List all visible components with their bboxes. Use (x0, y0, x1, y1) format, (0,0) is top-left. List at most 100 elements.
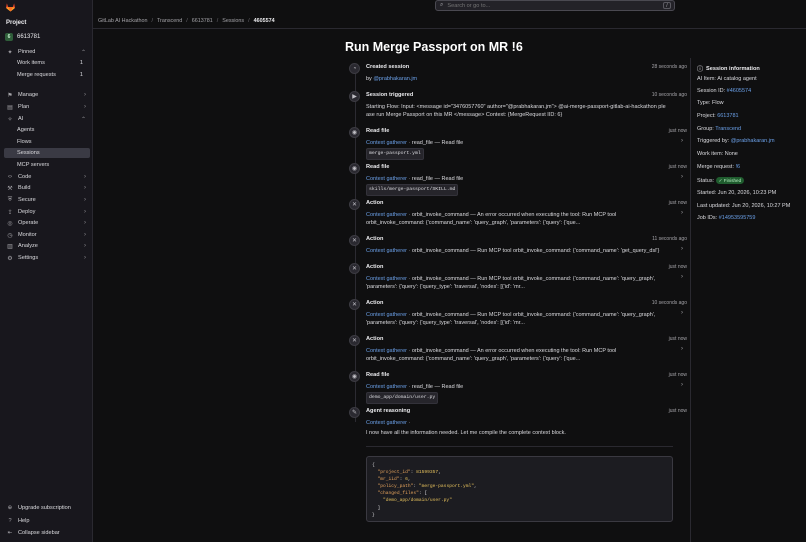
event-code-row: demo_app/domain/user.py (366, 392, 684, 404)
timeline-event[interactable]: ✕ Action just now Context gatherer · orb… (349, 335, 687, 365)
bottom-item-label: Collapse sidebar (18, 530, 60, 536)
sidebar-item-work-items[interactable]: Work items 1 (4, 58, 90, 68)
chevron-right-icon: › (84, 185, 86, 191)
info-value: Ai catalog agent (717, 76, 757, 82)
event-detail: Context gatherer · orbit_invoke_command … (366, 275, 684, 283)
project-link[interactable]: 6613781 (717, 113, 738, 119)
project-avatar: 6 (5, 33, 13, 41)
info-label: Project: (697, 113, 716, 119)
sidebar-item-ai[interactable]: ✧ AI ⌃ (4, 114, 90, 124)
agent-link[interactable]: Context gatherer (366, 276, 407, 282)
info-last-updated: Last updated: Jun 20, 2026, 10:27 PM (697, 203, 790, 209)
sidebar-item-settings[interactable]: ⚙ Settings › (4, 253, 90, 263)
collapse-sidebar-button[interactable]: ⇤ Collapse sidebar (4, 530, 60, 536)
chevron-right-icon[interactable]: › (681, 310, 683, 316)
breadcrumb-item[interactable]: GitLab AI Hackathon (98, 18, 147, 24)
event-time: 10 seconds ago (651, 92, 687, 98)
chevron-right-icon[interactable]: › (681, 346, 683, 352)
reasoning-icon: ✎ (349, 407, 360, 418)
event-detail: by @prabhakaran.jm (366, 75, 684, 83)
sidebar-item-plan[interactable]: ▤ Plan › (4, 102, 90, 112)
bottom-item-label: Upgrade subscription (18, 505, 71, 511)
sidebar-item-manage[interactable]: ⚑ Manage › (4, 90, 90, 100)
event-action: orbit_invoke_command — An error occurred… (411, 212, 617, 218)
breadcrumb-separator: / (186, 18, 188, 24)
header-divider (93, 28, 806, 29)
event-title: Action (366, 264, 384, 270)
chevron-right-icon[interactable]: › (681, 210, 683, 216)
event-detail: Context gatherer · read_file — Read file (366, 175, 684, 183)
timeline-event[interactable]: ◉ Read file just now Context gatherer · … (349, 371, 687, 404)
sidebar-item-operate[interactable]: ◎ Operate › (4, 218, 90, 228)
chevron-right-icon[interactable]: › (681, 382, 683, 388)
event-detail: Context gatherer · orbit_invoke_command … (366, 211, 684, 219)
sidebar-item-deploy[interactable]: ⇪ Deploy › (4, 207, 90, 217)
sidebar-item-label: Operate (18, 220, 39, 226)
timeline-event[interactable]: ◉ Read file just now Context gatherer · … (349, 163, 687, 196)
timeline-event[interactable]: ✕ Action just now Context gatherer · orb… (349, 199, 687, 229)
event-time: 11 seconds ago (652, 236, 687, 242)
agent-link[interactable]: Context gatherer (366, 212, 407, 218)
sidebar-item-analyze[interactable]: ▥ Analyze › (4, 241, 90, 251)
timeline-event[interactable]: ✕ Action 10 seconds ago Context gatherer… (349, 299, 687, 329)
group-link[interactable]: Transcend (715, 126, 741, 132)
chevron-right-icon[interactable]: › (681, 174, 683, 180)
event-separator: · (406, 420, 411, 426)
sidebar-item-sessions[interactable]: Sessions (4, 148, 90, 158)
help-button[interactable]: ? Help (4, 518, 29, 524)
job-link[interactable]: #14953595759 (719, 215, 756, 221)
sidebar-context-label: Project (6, 20, 27, 26)
timeline-event[interactable]: ◉ Read file just now Context gatherer · … (349, 127, 687, 160)
chevron-right-icon[interactable]: › (681, 138, 683, 144)
info-type: Type: Flow (697, 100, 724, 106)
status-badge: ✓ Finished (715, 177, 745, 184)
session-icon: ◔ (349, 63, 360, 74)
agent-link[interactable]: Context gatherer (366, 140, 407, 146)
agent-link[interactable]: Context gatherer (366, 176, 407, 182)
sidebar-item-merge-requests[interactable]: Merge requests 1 (4, 70, 90, 80)
info-label: Started: (697, 190, 717, 196)
sidebar-item-agents[interactable]: Agents (4, 125, 90, 135)
agent-link[interactable]: Context gatherer (366, 348, 407, 354)
breadcrumb-item[interactable]: Sessions (222, 18, 244, 24)
chevron-right-icon: › (84, 255, 86, 261)
chevron-right-icon[interactable]: › (681, 246, 683, 252)
sidebar-item-flows[interactable]: Flows (4, 137, 90, 147)
sidebar-item-code[interactable]: ‹› Code › (4, 172, 90, 182)
info-job-ids: Job IDs: #14953595759 (697, 215, 755, 221)
tool-icon: ✕ (349, 199, 360, 210)
context-code-block: { "project_id": 81599357, "mr_iid": 6, "… (366, 456, 673, 522)
gitlab-tanuki-icon[interactable] (5, 2, 16, 12)
session-info-title-text: Session information (706, 65, 760, 72)
timeline-event[interactable]: ✕ Action 11 seconds ago Context gatherer… (349, 235, 687, 257)
merge-request-link[interactable]: !6 (736, 164, 741, 170)
agent-link[interactable]: Context gatherer (366, 248, 407, 254)
search-box[interactable]: ⌕ / (435, 0, 675, 11)
sidebar-item-secure[interactable]: ⛨ Secure › (4, 195, 90, 205)
sidebar-item-monitor[interactable]: ◷ Monitor › (4, 230, 90, 240)
info-merge-request: Merge request: !6 (697, 164, 740, 170)
sidebar-item-pinned[interactable]: ✦ Pinned ⌃ (4, 47, 90, 57)
user-link[interactable]: @prabhakaran.jm (731, 138, 775, 144)
session-id-link[interactable]: #4605574 (727, 88, 751, 94)
sidebar-item-label: AI (18, 116, 24, 122)
agent-link[interactable]: Context gatherer (366, 420, 407, 426)
sidebar-project[interactable]: 6 6613781 (5, 33, 40, 41)
chevron-right-icon: › (84, 243, 86, 249)
search-input[interactable] (447, 2, 648, 9)
breadcrumb-item[interactable]: Transcend (157, 18, 182, 24)
chevron-right-icon[interactable]: › (681, 274, 683, 280)
keyboard-shortcut-hint: / (663, 2, 671, 9)
sidebar-item-build[interactable]: ⚒ Build › (4, 183, 90, 193)
event-title: Action (366, 236, 384, 242)
author-link[interactable]: @prabhakaran.jm (373, 76, 417, 82)
agent-link[interactable]: Context gatherer (366, 312, 407, 318)
agent-link[interactable]: Context gatherer (366, 384, 407, 390)
breadcrumb-item[interactable]: 6613781 (192, 18, 213, 24)
timeline-event[interactable]: ✕ Action just now Context gatherer · orb… (349, 263, 687, 293)
upgrade-subscription-link[interactable]: ⊕ Upgrade subscription (4, 505, 71, 511)
event-detail: Context gatherer · orbit_invoke_command … (366, 247, 684, 255)
shield-icon: ⛨ (7, 196, 13, 203)
sidebar-item-mcp-servers[interactable]: MCP servers (4, 160, 90, 170)
sidebar-item-label: Deploy (18, 209, 36, 215)
